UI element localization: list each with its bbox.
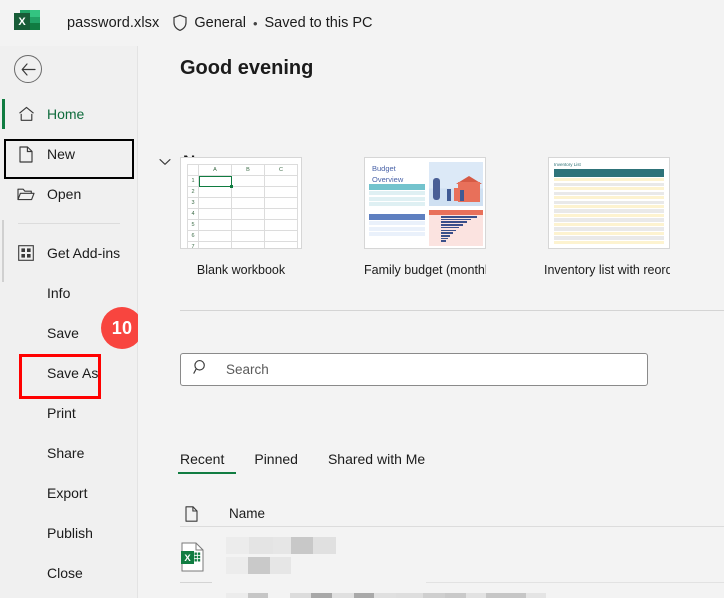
back-arrow-icon (21, 62, 36, 76)
addins-grid-icon (16, 245, 36, 261)
inventory-title: Inventory List (554, 162, 581, 167)
grid-row-num: 7 (187, 241, 199, 248)
chevron-down-icon (159, 158, 171, 166)
row-separator (426, 582, 724, 583)
inventory-header-row (554, 169, 664, 177)
new-file-icon (16, 145, 36, 163)
tab-label: Shared with Me (327, 451, 426, 467)
sidebar-item-new[interactable]: New (0, 134, 138, 174)
redacted-filename (226, 536, 724, 577)
search-input[interactable]: Search (180, 353, 648, 386)
excel-logo-icon: X (14, 10, 40, 36)
budget-bar-chart (429, 210, 483, 246)
grid-row-num: 5 (187, 219, 199, 231)
sidebar-item-label: Print (47, 405, 76, 421)
grid-corner (187, 164, 199, 176)
sidebar-item-label: Open (47, 186, 82, 202)
grid-cell-a1 (198, 175, 233, 188)
grid-row-num: 4 (187, 208, 199, 220)
budget-table-2 (369, 214, 425, 237)
grid-col-b: B (231, 164, 265, 176)
sidebar-item-label: Get Add-ins (47, 245, 121, 261)
back-button[interactable] (14, 55, 42, 83)
grid-row-num: 1 (187, 175, 199, 187)
file-icon (180, 505, 202, 522)
excel-logo-letter: X (14, 13, 30, 30)
sidebar-item-label: Home (47, 106, 85, 122)
sensitivity-shield-icon (172, 14, 188, 32)
redacted-filename (226, 592, 724, 598)
file-list-tabs: Recent Pinned Shared with Me (177, 451, 455, 475)
inventory-list-thumb: Inventory List (548, 157, 670, 249)
tab-label: Recent (180, 451, 225, 467)
tab-recent[interactable]: Recent (177, 451, 238, 475)
tab-shared-with-me[interactable]: Shared with Me (328, 451, 439, 474)
column-header-name: Name (229, 506, 266, 521)
file-list-header: Name (180, 501, 724, 527)
family-budget-thumb: Budget Overview (364, 157, 486, 249)
sidebar-item-export[interactable]: Export (0, 473, 138, 513)
excel-backstage-view: X password.xlsx General • Saved to this … (0, 0, 724, 598)
budget-illustration (429, 162, 483, 206)
sidebar-item-open[interactable]: Open (0, 174, 138, 214)
tab-pinned[interactable]: Pinned (254, 451, 312, 474)
sidebar-item-label: New (47, 146, 76, 162)
template-caption: Family budget (monthly) (364, 263, 486, 277)
template-caption: Blank workbook (196, 263, 286, 277)
template-inventory-list[interactable]: Inventory List Inventory list with reord… (544, 157, 670, 277)
sidebar-item-label: Save As (47, 365, 99, 381)
file-list-row[interactable]: X (180, 586, 724, 598)
file-list-row[interactable]: X (180, 530, 724, 583)
sidebar-item-get-addins[interactable]: Get Add-ins (0, 233, 138, 273)
template-family-budget[interactable]: Budget Overview Family budget (monthly) (364, 157, 486, 277)
grid-col-a: A (198, 164, 232, 176)
section-divider (180, 310, 724, 311)
sidebar-item-label: Export (47, 485, 88, 501)
grid-row-num: 3 (187, 197, 199, 209)
sidebar-item-label: Publish (47, 525, 93, 541)
home-icon (16, 106, 36, 122)
grid-row-num: 6 (187, 230, 199, 242)
template-gallery: A B C 1 2 3 4 5 6 7 Blank workbook Budge… (180, 157, 670, 277)
search-placeholder: Search (226, 362, 269, 377)
sidebar-item-label: Save (47, 325, 79, 341)
folder-open-icon (16, 187, 36, 202)
excel-file-icon: X (180, 542, 208, 572)
grid-row-num: 2 (187, 186, 199, 198)
backstage-main: Good evening New A B (138, 46, 724, 598)
sidebar-divider (18, 223, 120, 224)
row-separator (180, 582, 212, 583)
greeting-heading: Good evening (180, 57, 314, 79)
svg-text:X: X (184, 553, 191, 564)
search-icon (193, 359, 209, 380)
save-status-label: Saved to this PC (264, 15, 373, 31)
sidebar-item-print[interactable]: Print (0, 393, 138, 433)
sidebar-item-close[interactable]: Close (0, 553, 138, 593)
sensitivity-label: General (194, 15, 246, 31)
title-separator: • (252, 15, 258, 31)
sidebar-item-label: Info (47, 285, 71, 301)
tab-label: Pinned (254, 451, 298, 467)
template-caption: Inventory list with reorder hi... (544, 263, 670, 277)
sidebar-item-save-as[interactable]: Save As (0, 353, 138, 393)
blank-workbook-thumb: A B C 1 2 3 4 5 6 7 (180, 157, 302, 249)
budget-table-1 (369, 184, 425, 207)
grid-col-c: C (264, 164, 298, 176)
template-blank-workbook[interactable]: A B C 1 2 3 4 5 6 7 Blank workbook (180, 157, 302, 277)
title-bar: X password.xlsx General • Saved to this … (0, 0, 724, 46)
step-number-badge: 10 (101, 307, 143, 349)
sidebar-item-label: Share (47, 445, 85, 461)
sidebar-item-home[interactable]: Home (0, 94, 138, 134)
sidebar-item-publish[interactable]: Publish (0, 513, 138, 553)
document-filename: password.xlsx (67, 15, 160, 31)
sidebar-item-share[interactable]: Share (0, 433, 138, 473)
sidebar-item-label: Close (47, 565, 83, 581)
